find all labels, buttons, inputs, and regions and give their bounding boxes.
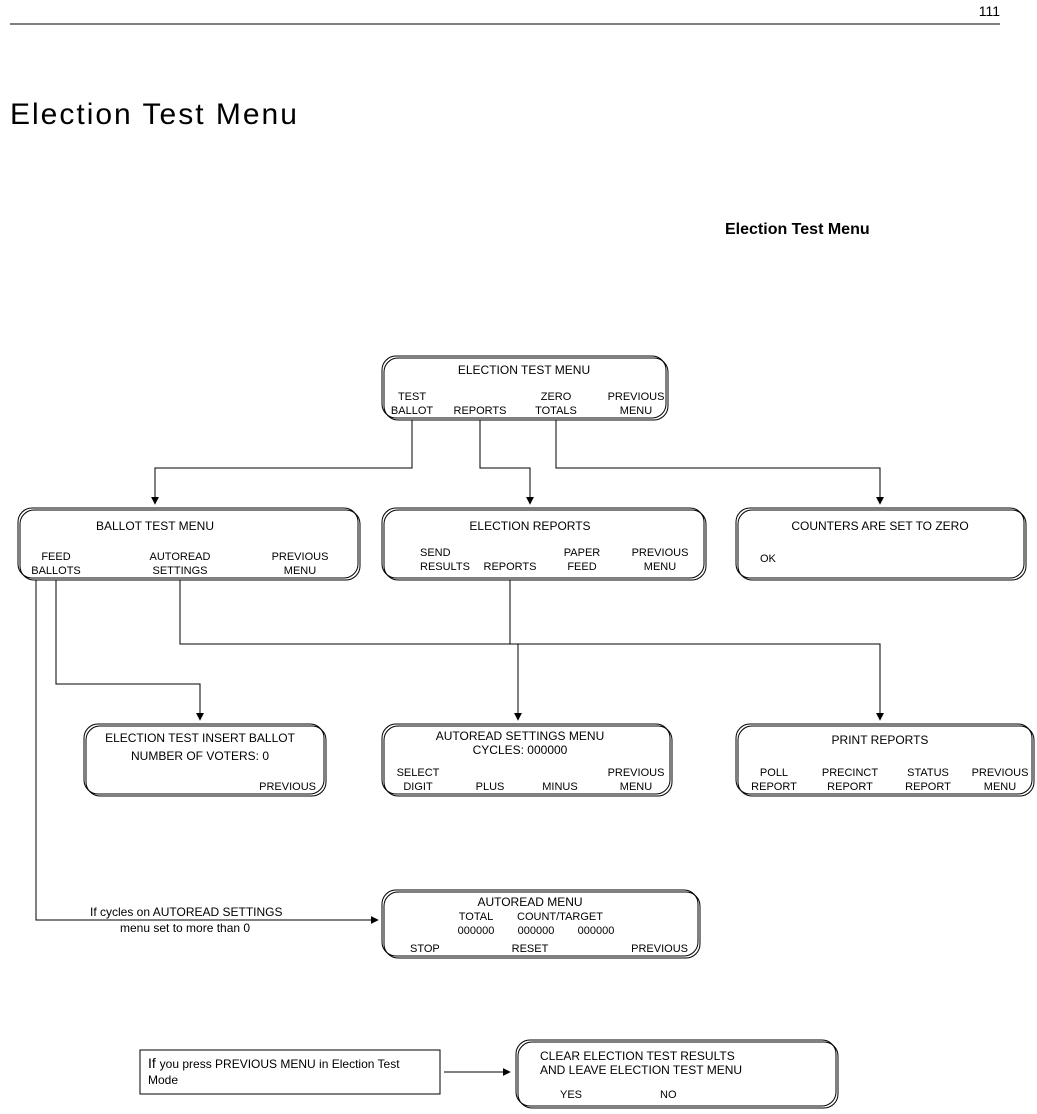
connector (155, 420, 412, 504)
opt: REPORT (905, 781, 951, 793)
col-head: COUNT/TARGET (517, 911, 603, 923)
box-line: CYCLES: 000000 (473, 743, 568, 757)
opt: RESULTS (420, 561, 470, 573)
connector (556, 420, 880, 504)
election-reports-box: ELECTION REPORTS SEND RESULTS REPORTS PA… (382, 508, 706, 580)
opt: BALLOTS (31, 565, 81, 577)
autoread-note-l1: If cycles on AUTOREAD SETTINGS (90, 905, 283, 919)
opt: TOTALS (535, 405, 577, 417)
val: 000000 (578, 925, 615, 937)
ballot-test-menu-box: BALLOT TEST MENU FEED BALLOTS AUTOREAD S… (18, 508, 360, 580)
opt: SETTINGS (152, 565, 207, 577)
prev-note-box: If you press PREVIOUS MENU in Election T… (140, 1050, 440, 1094)
opt: MENU (984, 781, 1016, 793)
opt: PREVIOUS (608, 391, 665, 403)
opt: REPORT (751, 781, 797, 793)
opt: MENU (284, 565, 316, 577)
opt: DIGIT (403, 781, 433, 793)
opt: PREVIOUS (608, 767, 665, 779)
box-title: ELECTION TEST INSERT BALLOT (105, 731, 296, 745)
box-line: NUMBER OF VOTERS: 0 (131, 749, 269, 763)
connector (180, 580, 518, 720)
opt: MENU (620, 405, 652, 417)
opt: PLUS (476, 781, 505, 793)
box-title: AUTOREAD MENU (477, 895, 582, 909)
opt: NO (660, 1089, 677, 1101)
election-test-menu-title: ELECTION TEST MENU (458, 363, 590, 377)
prev-note: If you press PREVIOUS MENU in Election T… (148, 1055, 400, 1071)
page-title: Election Test Menu (10, 98, 299, 131)
opt: SELECT (397, 767, 440, 779)
counters-zero-box: COUNTERS ARE SET TO ZERO OK (736, 508, 1026, 580)
opt: PAPER (564, 547, 601, 559)
opt: FEED (567, 561, 596, 573)
box-title: COUNTERS ARE SET TO ZERO (791, 519, 968, 533)
ok-label: OK (760, 553, 777, 565)
opt: TEST (398, 391, 426, 403)
box-title: PRINT REPORTS (832, 733, 929, 747)
prev-note-l2: Mode (148, 1073, 178, 1087)
col-head: TOTAL (459, 911, 493, 923)
diagram: 111 Election Test Menu Election Test Men… (0, 0, 1037, 1114)
opt: STOP (410, 943, 440, 955)
autoread-note-l2: menu set to more than 0 (120, 921, 250, 935)
opt: MENU (620, 781, 652, 793)
box-title: ELECTION REPORTS (469, 519, 590, 533)
opt: BALLOT (391, 405, 433, 417)
opt: YES (560, 1089, 582, 1101)
opt: PREVIOUS (972, 767, 1029, 779)
election-test-menu-box: ELECTION TEST MENU TEST BALLOT REPORTS Z… (382, 356, 668, 420)
opt: POLL (760, 767, 788, 779)
page-number: 111 (979, 3, 1000, 19)
opt: ZERO (541, 391, 572, 403)
val: 000000 (518, 925, 555, 937)
val: 000000 (458, 925, 495, 937)
opt: REPORTS (484, 561, 537, 573)
opt: FEED (41, 551, 70, 563)
box-line: AND LEAVE ELECTION TEST MENU (540, 1063, 742, 1077)
clear-results-box: CLEAR ELECTION TEST RESULTS AND LEAVE EL… (516, 1040, 838, 1108)
print-reports-box: PRINT REPORTS POLL REPORT PRECINCT REPOR… (736, 724, 1034, 796)
opt: REPORTS (454, 405, 507, 417)
box-line: CLEAR ELECTION TEST RESULTS (540, 1049, 735, 1063)
opt: MENU (644, 561, 676, 573)
opt: STATUS (907, 767, 949, 779)
opt: PREVIOUS (259, 781, 316, 793)
connector (56, 580, 200, 720)
section-heading: Election Test Menu (725, 221, 870, 238)
box-title: AUTOREAD SETTINGS MENU (436, 729, 604, 743)
opt: REPORT (827, 781, 873, 793)
connector (510, 580, 880, 720)
autoread-menu-box: AUTOREAD MENU TOTAL COUNT/TARGET 000000 … (382, 890, 700, 958)
opt: MINUS (542, 781, 577, 793)
opt: PRECINCT (822, 767, 879, 779)
opt: PREVIOUS (272, 551, 329, 563)
box-title: BALLOT TEST MENU (96, 519, 214, 533)
insert-ballot-box: ELECTION TEST INSERT BALLOT NUMBER OF VO… (84, 724, 326, 796)
opt: AUTOREAD (150, 551, 211, 563)
opt: SEND (420, 547, 451, 559)
opt: PREVIOUS (631, 943, 688, 955)
opt: PREVIOUS (632, 547, 689, 559)
opt: RESET (512, 943, 549, 955)
autoread-settings-box: AUTOREAD SETTINGS MENU CYCLES: 000000 SE… (382, 724, 672, 796)
connector (480, 420, 530, 504)
